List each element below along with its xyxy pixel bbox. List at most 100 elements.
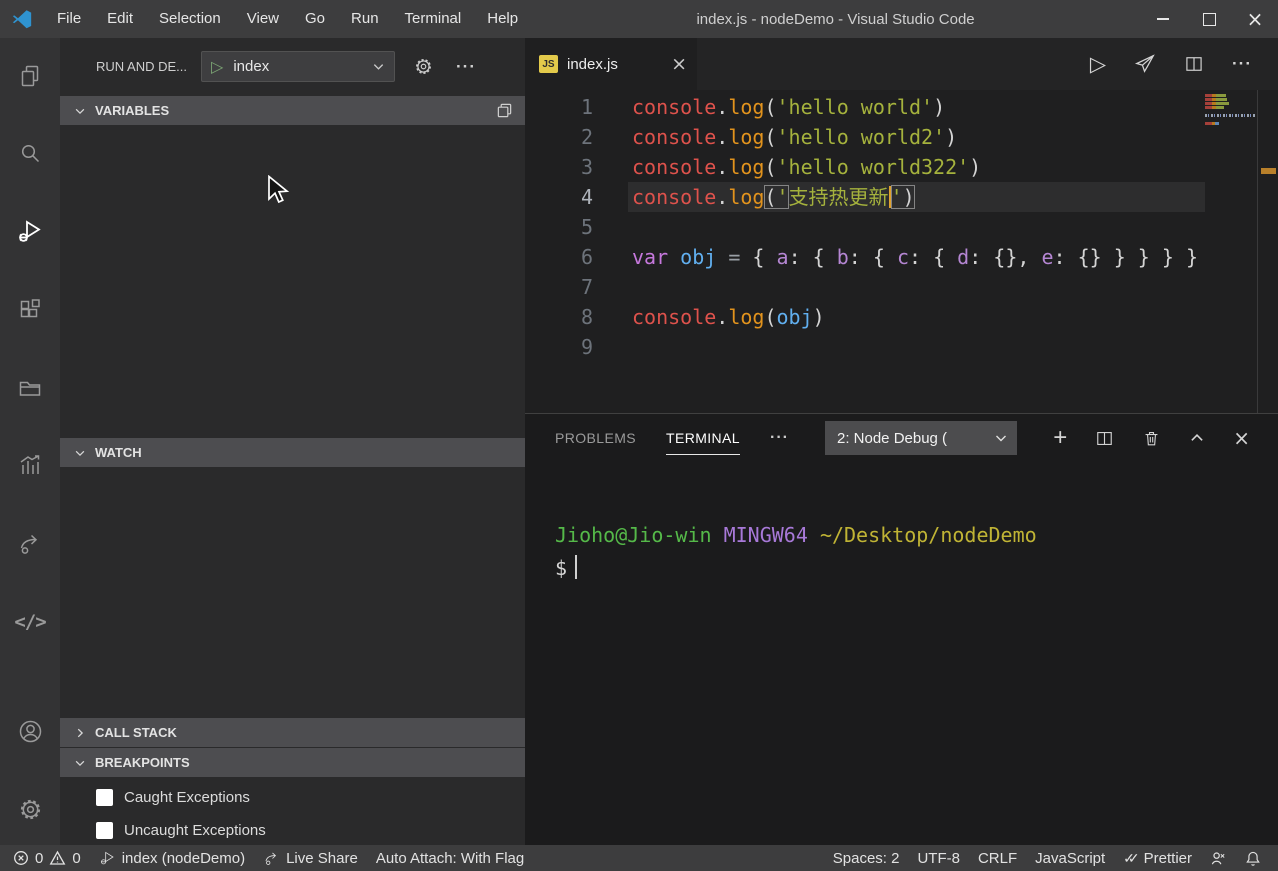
- status-bar: 0 0 index (nodeDemo) Live Share Auto Att…: [0, 845, 1278, 871]
- line-content: [628, 332, 1205, 362]
- tab-problems[interactable]: PROBLEMS: [555, 414, 636, 462]
- checkbox[interactable]: [96, 822, 113, 839]
- cursor-position-marker: [1261, 168, 1276, 174]
- watch-body[interactable]: [60, 467, 525, 717]
- checkbox[interactable]: [96, 789, 113, 806]
- line-number: 1: [580, 95, 593, 119]
- section-header-call-stack[interactable]: CALL STACK: [60, 718, 525, 747]
- code-line-6: 6 var obj = { a: { b: { c: { d: {}, e: {}…: [525, 242, 1205, 272]
- sidebar-item-live-share[interactable]: [6, 520, 54, 568]
- run-file-icon[interactable]: ▷: [1090, 52, 1106, 77]
- menu-help[interactable]: Help: [474, 0, 531, 38]
- code-line-2: 2 console.log('hello world2'): [525, 122, 1205, 152]
- menu-run[interactable]: Run: [338, 0, 392, 38]
- minimize-button[interactable]: [1140, 0, 1186, 38]
- breakpoint-item[interactable]: Uncaught Exceptions: [60, 814, 525, 847]
- editor-more-actions-icon[interactable]: ···: [1232, 54, 1252, 74]
- sidebar-item-insights[interactable]: [6, 442, 54, 490]
- status-bar-left: 0 0 index (nodeDemo) Live Share Auto Att…: [0, 850, 533, 867]
- terminal-output[interactable]: Jioho@Jio-win MINGW64 ~/Desktop/nodeDemo…: [525, 462, 1278, 845]
- sidebar-item-explorer[interactable]: [6, 52, 54, 100]
- vscode-window: File Edit Selection View Go Run Terminal Help i…: [0, 0, 1278, 871]
- feedback-button[interactable]: [1201, 850, 1236, 867]
- line-content: [628, 212, 1205, 242]
- menu-file[interactable]: File: [44, 0, 94, 38]
- tab-index-js[interactable]: JS index.js ×: [525, 38, 697, 90]
- line-number: 6: [580, 245, 593, 269]
- menu-edit[interactable]: Edit: [94, 0, 146, 38]
- breakpoints-body: Caught Exceptions Uncaught Exceptions: [60, 777, 525, 847]
- views-more-actions-icon[interactable]: ···: [456, 57, 476, 77]
- problems-status[interactable]: 0 0: [4, 850, 90, 867]
- chart-icon: [17, 453, 43, 479]
- line-content: console.log('hello world'): [632, 95, 946, 119]
- tab-close-icon[interactable]: ×: [671, 53, 687, 75]
- indentation-status[interactable]: Spaces: 2: [824, 850, 909, 867]
- launch-config-select[interactable]: ▷ index: [201, 51, 396, 82]
- line-number: 9: [580, 335, 593, 359]
- sidebar-item-search[interactable]: [6, 130, 54, 178]
- encoding-status[interactable]: UTF-8: [908, 850, 969, 867]
- breakpoint-item[interactable]: Caught Exceptions: [60, 781, 525, 814]
- bottom-panel: PROBLEMS TERMINAL ··· 2: Node Debug ( + …: [525, 413, 1278, 845]
- chevron-right-icon: [74, 727, 86, 739]
- line-content: console.log('hello world322'): [632, 155, 982, 179]
- formatter-label: Prettier: [1143, 849, 1192, 867]
- split-terminal-icon[interactable]: [1095, 429, 1114, 448]
- debug-settings-gear-icon[interactable]: [413, 56, 434, 77]
- menu-view[interactable]: View: [234, 0, 292, 38]
- vscode-logo-icon: [0, 0, 44, 38]
- line-content: console.log(obj): [632, 305, 825, 329]
- window-title: index.js - nodeDemo - Visual Studio Code: [696, 10, 975, 28]
- account-button[interactable]: [6, 707, 54, 755]
- auto-attach-status[interactable]: Auto Attach: With Flag: [367, 850, 533, 867]
- start-debug-icon[interactable]: ▷: [211, 57, 223, 77]
- section-label: WATCH: [95, 445, 142, 460]
- sidebar-item-snippets[interactable]: </>: [6, 598, 54, 646]
- files-icon: [17, 63, 43, 89]
- variables-body[interactable]: [60, 125, 525, 437]
- line-content: console.log('支持热更新 '): [628, 182, 1205, 212]
- kill-terminal-trash-icon[interactable]: [1142, 429, 1161, 448]
- minimap[interactable]: [1205, 90, 1258, 413]
- close-panel-icon[interactable]: ×: [1233, 426, 1250, 450]
- debug-target-status[interactable]: index (nodeDemo): [90, 850, 254, 867]
- title-bar: File Edit Selection View Go Run Terminal Help i…: [0, 0, 1278, 38]
- split-editor-icon[interactable]: [1184, 54, 1204, 74]
- chevron-down-icon: [74, 757, 86, 769]
- menu-selection[interactable]: Selection: [146, 0, 234, 38]
- send-share-icon[interactable]: [1134, 53, 1156, 75]
- new-terminal-icon[interactable]: +: [1053, 426, 1067, 450]
- section-header-watch[interactable]: WATCH: [60, 438, 525, 467]
- terminal-select[interactable]: 2: Node Debug (: [824, 421, 1017, 455]
- formatter-status[interactable]: ✓✓ Prettier: [1114, 850, 1201, 867]
- notifications-button[interactable]: [1236, 850, 1270, 867]
- section-header-breakpoints[interactable]: BREAKPOINTS: [60, 748, 525, 777]
- sidebar-item-extensions[interactable]: [6, 286, 54, 334]
- tab-terminal[interactable]: TERMINAL: [666, 414, 740, 462]
- sidebar-item-remote-explorer[interactable]: [6, 364, 54, 412]
- close-icon: ×: [1246, 7, 1264, 31]
- menu-terminal[interactable]: Terminal: [392, 0, 475, 38]
- copy-value-icon[interactable]: [496, 102, 513, 119]
- panel-more-actions-icon[interactable]: ···: [770, 429, 789, 447]
- debug-status-icon: [99, 850, 116, 867]
- line-number: 4: [580, 185, 593, 209]
- line-number: 8: [580, 305, 593, 329]
- code-editor[interactable]: 1 console.log('hello world') 2 console.log(…: [525, 90, 1278, 413]
- terminal-cursor: [575, 555, 578, 579]
- language-mode-status[interactable]: JavaScript: [1026, 850, 1114, 867]
- menu-go[interactable]: Go: [292, 0, 338, 38]
- eol-status[interactable]: CRLF: [969, 850, 1026, 867]
- maximize-button[interactable]: [1186, 0, 1232, 38]
- manage-button[interactable]: [6, 785, 54, 833]
- panel-actions: + ×: [1053, 426, 1278, 451]
- close-window-button[interactable]: ×: [1232, 0, 1278, 38]
- run-and-debug-header: RUN AND DE... ▷ index ···: [60, 38, 525, 95]
- overview-ruler[interactable]: [1257, 90, 1278, 413]
- live-share-status[interactable]: Live Share: [254, 850, 367, 867]
- sidebar-item-run-and-debug[interactable]: [6, 208, 54, 256]
- extensions-icon: [17, 297, 43, 323]
- maximize-panel-chevron-up-icon[interactable]: [1189, 430, 1205, 446]
- section-header-variables[interactable]: VARIABLES: [60, 96, 525, 125]
